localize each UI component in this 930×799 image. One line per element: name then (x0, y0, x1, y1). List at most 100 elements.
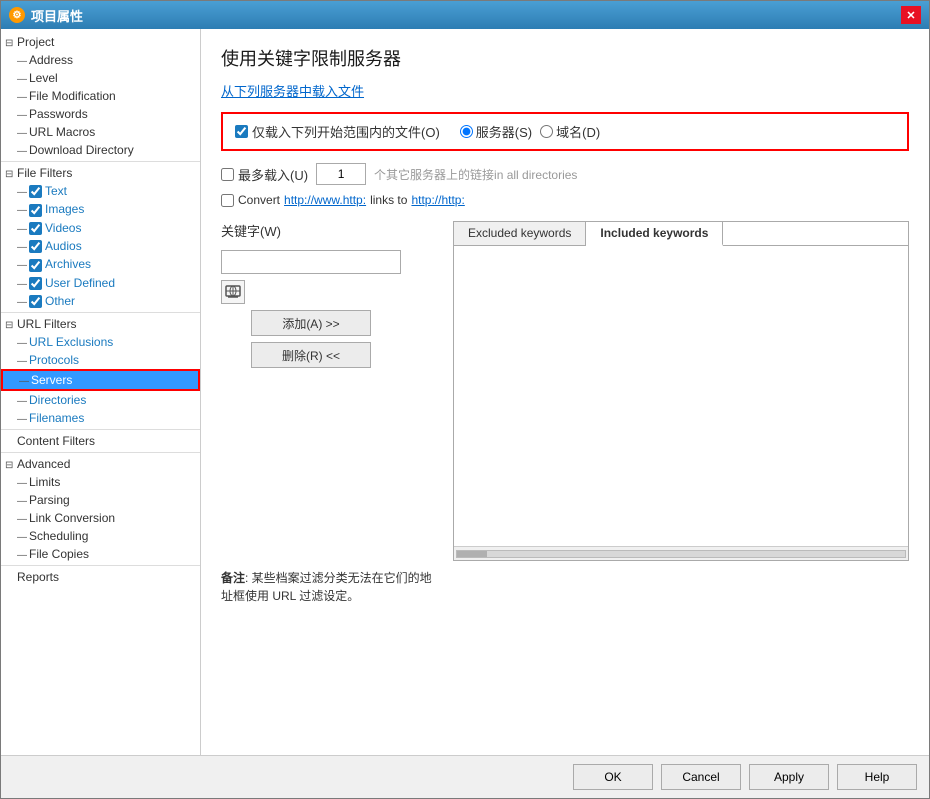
dash-icon: — (17, 550, 29, 561)
max-load-checkbox[interactable] (221, 168, 234, 181)
buttons-row: OK Cancel Apply Help (1, 755, 929, 798)
note-bold: 备注 (221, 571, 245, 585)
sidebar-item-reports[interactable]: Reports (1, 568, 200, 586)
sidebar-item-videos[interactable]: —Videos (1, 219, 200, 237)
dash-icon: — (17, 356, 29, 367)
tab-excluded[interactable]: Excluded keywords (454, 222, 586, 245)
window-icon: ⚙ (9, 7, 25, 23)
sidebar-item-address[interactable]: —Address (1, 51, 200, 69)
radio-domain[interactable] (540, 125, 553, 138)
dash-icon: — (17, 279, 29, 290)
sidebar-item-file-modification[interactable]: —File Modification (1, 87, 200, 105)
sidebar-item-user-defined[interactable]: —User Defined (1, 274, 200, 292)
keyword-icon-btn[interactable] (221, 280, 245, 304)
tab-included[interactable]: Included keywords (586, 222, 723, 246)
dash-icon: — (17, 338, 29, 349)
dash-icon: — (17, 242, 29, 253)
convert-link1[interactable]: http://www.http: (284, 193, 366, 207)
subtitle-link[interactable]: 从下列服务器中载入文件 (221, 81, 909, 100)
add-button[interactable]: 添加(A) >> (251, 310, 371, 336)
max-load-label[interactable]: 最多载入(U) (221, 165, 308, 184)
dash-icon: — (17, 396, 29, 407)
sidebar-item-images[interactable]: —Images (1, 200, 200, 218)
dash-icon: — (17, 56, 29, 67)
sidebar-item-url-macros[interactable]: —URL Macros (1, 123, 200, 141)
sidebar-item-archives[interactable]: —Archives (1, 255, 200, 273)
ok-button[interactable]: OK (573, 764, 653, 790)
sidebar-item-advanced[interactable]: ⊟Advanced (1, 455, 200, 473)
keyword-input[interactable] (221, 250, 401, 274)
sidebar-item-level[interactable]: —Level (1, 69, 200, 87)
images-checkbox[interactable] (29, 204, 42, 217)
dash-icon: — (17, 532, 29, 543)
videos-checkbox[interactable] (29, 222, 42, 235)
horizontal-scrollbar[interactable] (454, 546, 908, 560)
dash-icon: — (17, 74, 29, 85)
scroll-thumb[interactable] (457, 551, 487, 557)
dash-icon: — (17, 146, 29, 157)
keywords-left: 关键字(W) 添加(A) >> 删除(R) << (221, 221, 441, 561)
bottom-section: 备注: 某些档案过滤分类无法在它们的地址框使用 URL 过滤设定。 (221, 569, 909, 605)
window-title: 项目属性 (31, 6, 83, 25)
sidebar-item-text[interactable]: —Text (1, 182, 200, 200)
dash-icon: — (17, 478, 29, 489)
kw-list-area[interactable] (454, 246, 908, 546)
sidebar-item-content-filters[interactable]: Content Filters (1, 432, 200, 450)
max-load-suffix: 个其它服务器上的链接in all directories (374, 166, 577, 183)
archives-checkbox[interactable] (29, 259, 42, 272)
help-button[interactable]: Help (837, 764, 917, 790)
divider (1, 452, 200, 453)
expand-icon: ⊟ (5, 169, 17, 180)
sidebar-item-directories[interactable]: —Directories (1, 391, 200, 409)
sidebar-item-file-filters[interactable]: ⊟File Filters (1, 164, 200, 182)
audios-checkbox[interactable] (29, 240, 42, 253)
close-button[interactable]: ✕ (901, 6, 921, 24)
radio-domain-label[interactable]: 域名(D) (540, 122, 600, 141)
dash-icon: — (17, 110, 29, 121)
radio-server[interactable] (460, 125, 473, 138)
content-area: ⊟Project —Address —Level —File Modificat… (1, 29, 929, 755)
divider (1, 429, 200, 430)
sidebar-item-scheduling[interactable]: —Scheduling (1, 527, 200, 545)
sidebar-item-file-copies[interactable]: —File Copies (1, 545, 200, 563)
sidebar-item-servers[interactable]: —Servers (1, 369, 200, 391)
only-files-label[interactable]: 仅载入下列开始范围内的文件(O) (235, 122, 440, 141)
sidebar-item-project[interactable]: ⊟Project (1, 33, 200, 51)
only-files-checkbox[interactable] (235, 125, 248, 138)
sidebar-item-passwords[interactable]: —Passwords (1, 105, 200, 123)
convert-checkbox[interactable] (221, 194, 234, 207)
sidebar-item-download-directory[interactable]: —Download Directory (1, 141, 200, 159)
apply-button[interactable]: Apply (749, 764, 829, 790)
divider (1, 161, 200, 162)
convert-link2[interactable]: http://http: (411, 193, 464, 207)
expand-icon: ⊟ (5, 320, 17, 331)
dash-icon: — (17, 297, 29, 308)
cancel-button[interactable]: Cancel (661, 764, 741, 790)
text-checkbox[interactable] (29, 185, 42, 198)
sidebar-item-other[interactable]: —Other (1, 292, 200, 310)
sidebar-item-filenames[interactable]: —Filenames (1, 409, 200, 427)
note-text: : 某些档案过滤分类无法在它们的地址框使用 URL 过滤设定。 (221, 571, 432, 603)
user-defined-checkbox[interactable] (29, 277, 42, 290)
sidebar-item-link-conversion[interactable]: —Link Conversion (1, 509, 200, 527)
title-bar: ⚙ 项目属性 ✕ (1, 1, 929, 29)
kw-tabs: Excluded keywords Included keywords (454, 222, 908, 246)
divider (1, 565, 200, 566)
title-bar-left: ⚙ 项目属性 (9, 6, 83, 25)
other-checkbox[interactable] (29, 295, 42, 308)
keywords-right: Excluded keywords Included keywords (453, 221, 909, 561)
sidebar-item-audios[interactable]: —Audios (1, 237, 200, 255)
keywords-label: 关键字(W) (221, 221, 441, 240)
sidebar-item-url-filters[interactable]: ⊟URL Filters (1, 315, 200, 333)
sidebar-item-url-exclusions[interactable]: —URL Exclusions (1, 333, 200, 351)
max-load-input[interactable] (316, 163, 366, 185)
sidebar: ⊟Project —Address —Level —File Modificat… (1, 29, 201, 755)
sidebar-item-limits[interactable]: —Limits (1, 473, 200, 491)
sidebar-item-protocols[interactable]: —Protocols (1, 351, 200, 369)
panel-title: 使用关键字限制服务器 (221, 45, 909, 71)
dash-icon: — (17, 128, 29, 139)
radio-server-label[interactable]: 服务器(S) (460, 122, 532, 141)
dash-icon: — (17, 92, 29, 103)
sidebar-item-parsing[interactable]: —Parsing (1, 491, 200, 509)
del-button[interactable]: 删除(R) << (251, 342, 371, 368)
